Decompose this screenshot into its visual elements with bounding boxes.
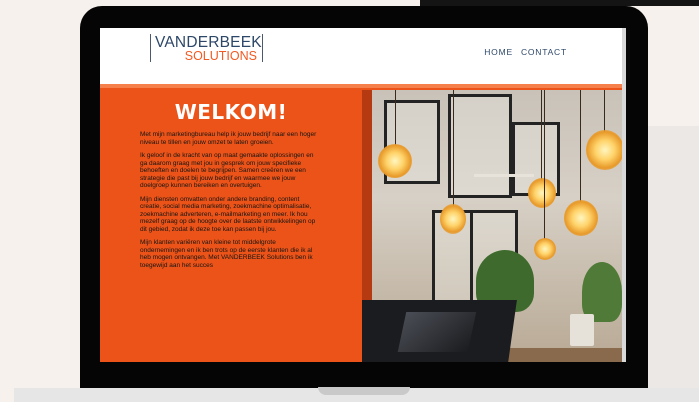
nav-home-link[interactable]: HOME [484,47,513,57]
lamp-cord [580,90,581,202]
lamp-cord [544,90,545,242]
hero-top-border [100,84,622,88]
nav-contact-link[interactable]: CONTACT [521,47,567,57]
hero-title: WELKOM! [174,100,288,124]
hero-paragraph: Mijn diensten omvatten onder andere bran… [140,195,316,233]
logo-divider [262,34,263,62]
photo-shelf [474,174,534,177]
background-panel [648,126,699,390]
photo-window-bar [470,210,473,300]
hero-photo [362,90,622,362]
logo-divider [150,34,151,62]
lamp-cord [395,90,396,148]
lamp-bulb [440,204,466,234]
photo-window [448,94,512,198]
lamp-bulb [378,144,412,178]
laptop-screen: VANDERBEEK SOLUTIONS HOME CONTACT WELKOM… [100,28,626,362]
lamp-bulb [586,130,622,170]
photo-plant [582,262,622,322]
lamp-cord [541,90,542,182]
lamp-cord [453,90,454,208]
laptop-notch [318,387,410,395]
page-scrollbar[interactable] [622,28,626,362]
photo-laptop-shine [397,312,477,352]
site-header: VANDERBEEK SOLUTIONS HOME CONTACT [100,28,622,84]
main-nav: HOME CONTACT [484,47,567,57]
hero-text: WELKOM! Met mijn marketingbureau help ik… [140,100,322,275]
hero-paragraph: Met mijn marketingbureau help ik jouw be… [140,131,317,146]
lamp-bulb [564,200,598,236]
hero-paragraph: Mijn klanten variëren van kleine tot mid… [140,239,313,269]
logo-subtitle: SOLUTIONS [184,49,257,63]
hero-paragraph: Ik geloof in de kracht van op maat gemaa… [140,152,314,189]
lamp-bulb [528,178,556,208]
photo-mug [570,314,594,346]
lamp-bulb [534,238,556,260]
site-logo[interactable]: VANDERBEEK SOLUTIONS [150,34,263,64]
